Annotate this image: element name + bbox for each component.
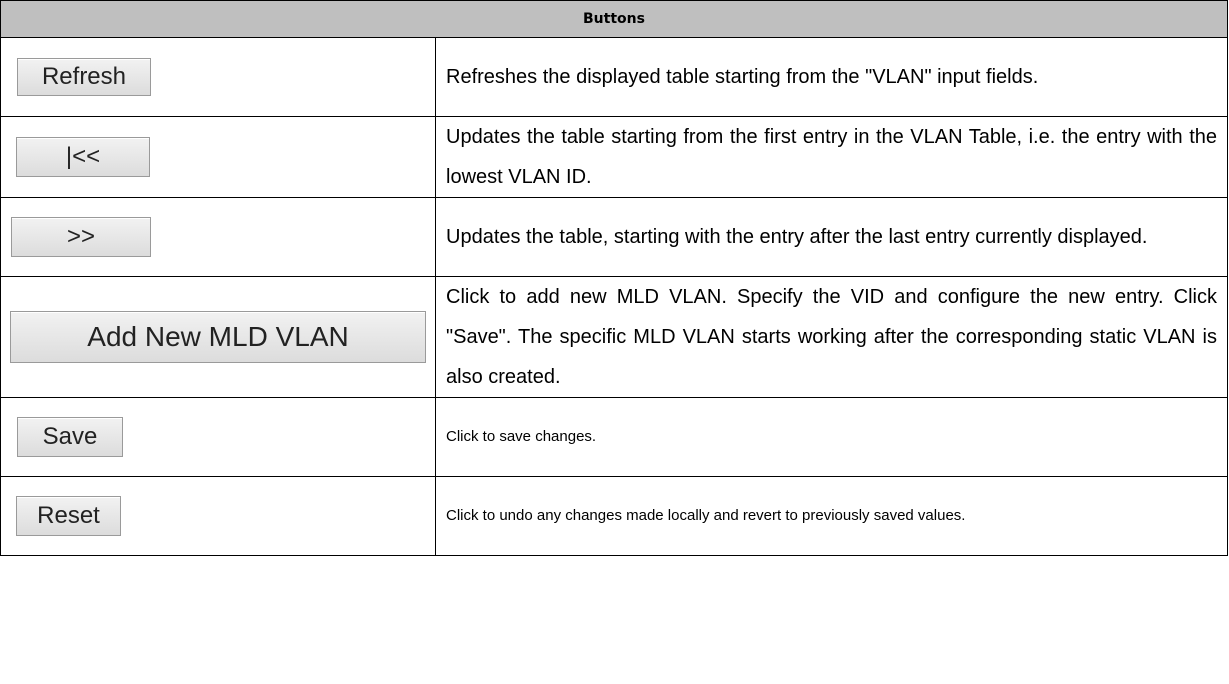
button-cell: Add New MLD VLAN	[0, 276, 436, 398]
next-page-button[interactable]: >>	[11, 217, 151, 257]
button-cell: Save	[0, 397, 436, 477]
table-row: >> Updates the table, starting with the …	[0, 197, 1228, 277]
reset-button[interactable]: Reset	[16, 496, 121, 536]
buttons-table: Buttons Refresh Refreshes the displayed …	[0, 0, 1228, 556]
table-row: Save Click to save changes.	[0, 397, 1228, 477]
refresh-button[interactable]: Refresh	[17, 58, 151, 96]
first-page-button[interactable]: |<<	[16, 137, 150, 177]
description-cell: Click to add new MLD VLAN. Specify the V…	[435, 276, 1228, 398]
table-row: Refresh Refreshes the displayed table st…	[0, 37, 1228, 117]
description-cell: Updates the table starting from the firs…	[435, 116, 1228, 198]
description-cell: Refreshes the displayed table starting f…	[435, 37, 1228, 117]
table-row: Reset Click to undo any changes made loc…	[0, 476, 1228, 556]
description-cell: Click to undo any changes made locally a…	[435, 476, 1228, 556]
table-row: |<< Updates the table starting from the …	[0, 116, 1228, 198]
header-row: Buttons	[0, 0, 1228, 38]
save-button[interactable]: Save	[17, 417, 123, 457]
add-new-mld-vlan-button[interactable]: Add New MLD VLAN	[10, 311, 426, 363]
description-cell: Click to save changes.	[435, 397, 1228, 477]
button-cell: Refresh	[0, 37, 436, 117]
table-title: Buttons	[0, 0, 1228, 38]
button-cell: Reset	[0, 476, 436, 556]
table-row: Add New MLD VLAN Click to add new MLD VL…	[0, 276, 1228, 398]
button-cell: >>	[0, 197, 436, 277]
description-cell: Updates the table, starting with the ent…	[435, 197, 1228, 277]
button-cell: |<<	[0, 116, 436, 198]
